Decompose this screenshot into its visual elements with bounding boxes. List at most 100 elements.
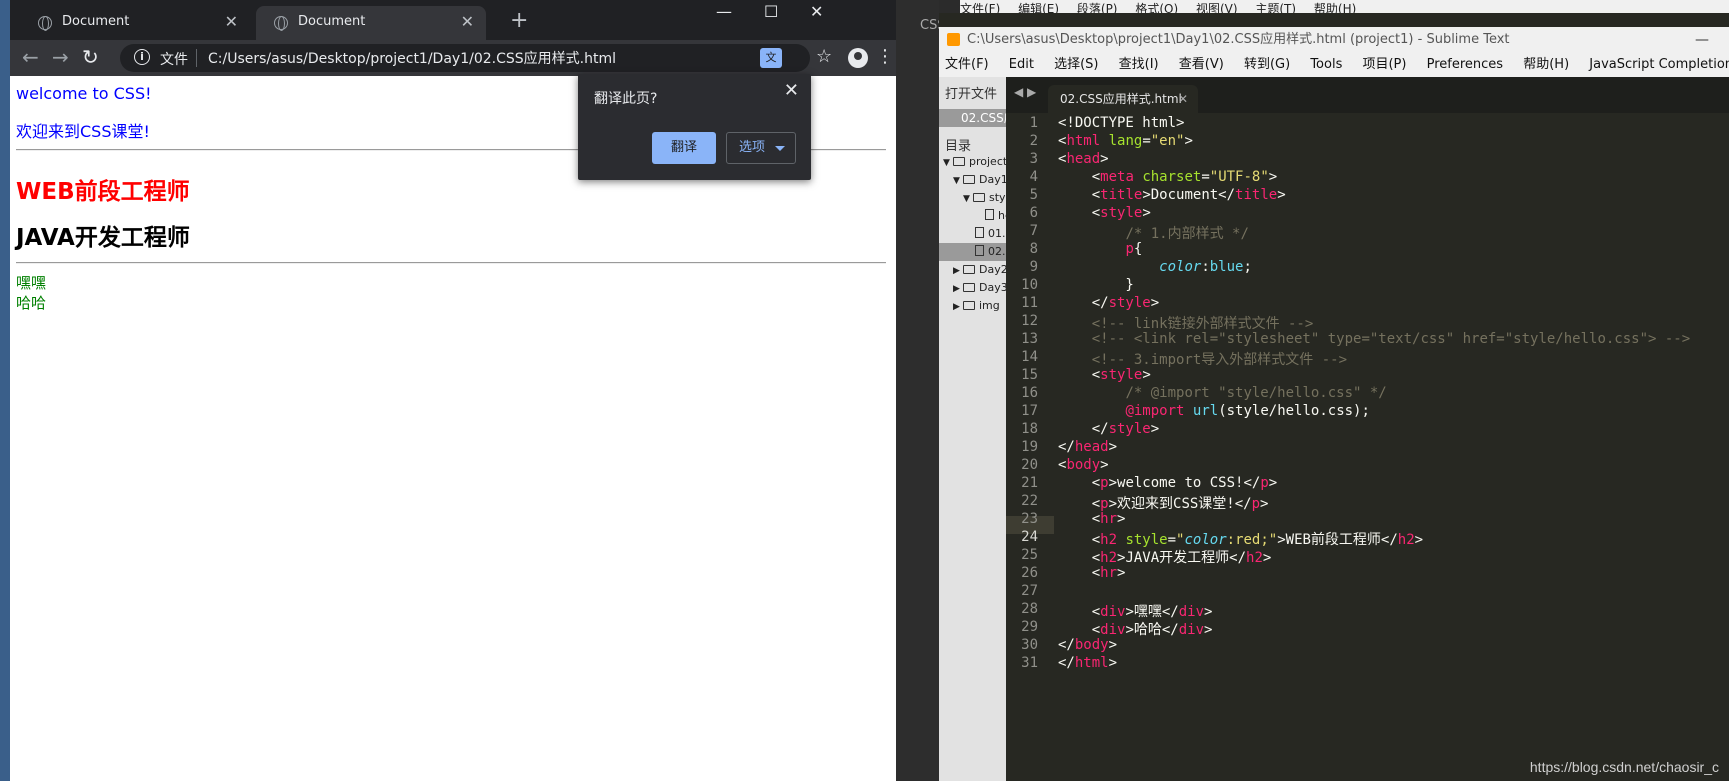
close-icon[interactable]: ✕ <box>784 80 799 101</box>
code-line: <title>Document</title> <box>1058 187 1286 203</box>
browser-tab-active[interactable]: Document ✕ <box>256 6 486 40</box>
tree-folder[interactable]: ▶ img <box>939 297 1006 315</box>
expanded-arrow-icon: ▼ <box>943 158 950 168</box>
bg-menu-item[interactable]: 帮助(H) <box>1314 2 1356 13</box>
code-line: <head> <box>1058 151 1109 167</box>
chrome-toolbar: ← → ↻ i 文件 C:/Users/asus/Desktop/project… <box>10 40 896 76</box>
open-file-item[interactable]: 02.CSS应用样式.html <box>939 109 1006 127</box>
sublime-tab-bar: ◀ ▶ 02.CSS应用样式.html ✕ <box>1006 77 1729 113</box>
open-files-label: 打开文件 <box>945 87 998 102</box>
translate-icon[interactable]: 文 <box>760 48 782 68</box>
bg-menu-item[interactable]: 编辑(E) <box>1018 2 1059 13</box>
line-number: 10 <box>1021 277 1038 293</box>
profile-avatar-icon[interactable] <box>848 48 868 68</box>
line-number: 16 <box>1021 385 1038 401</box>
line-number: 3 <box>1029 151 1038 167</box>
maximize-icon[interactable]: ☐ <box>764 2 778 21</box>
menu-item[interactable]: 转到(G) <box>1244 57 1290 72</box>
bookmark-star-icon[interactable]: ☆ <box>816 46 832 67</box>
line-number: 6 <box>1029 205 1038 221</box>
scheme-label: 文件 <box>160 52 188 68</box>
expanded-arrow-icon: ▼ <box>953 176 960 186</box>
menu-item[interactable]: 帮助(H) <box>1523 57 1569 72</box>
code-editor[interactable]: 1 2 3 4 5 6 7 8 9 10 11 12 13 14 15 16 17 18 19 20 21 22 23 24 2… <box>1006 113 1729 781</box>
code-line: } <box>1058 277 1134 293</box>
close-tab-icon[interactable]: ✕ <box>1178 85 1188 113</box>
line-number: 4 <box>1029 169 1038 185</box>
code-line: <div>哈哈</div> <box>1058 622 1213 638</box>
tree-file[interactable]: hello.css <box>939 207 1006 225</box>
code-line: <!-- 3.import导入外部样式文件 --> <box>1091 352 1348 368</box>
menu-item[interactable]: 查看(V) <box>1179 57 1224 72</box>
back-arrow-icon[interactable]: ← <box>22 45 39 69</box>
close-tab-icon[interactable]: ✕ <box>461 12 474 31</box>
heading-java-engineer: JAVA开发工程师 <box>16 225 190 251</box>
url-text[interactable]: C:/Users/asus/Desktop/project1/Day1/02.C… <box>208 48 616 68</box>
folder-icon <box>953 157 965 166</box>
paragraph-chinese: 欢迎来到CSS课堂! <box>16 122 150 141</box>
line-number: 1 <box>1029 115 1038 131</box>
menu-item[interactable]: Preferences <box>1427 57 1503 72</box>
menu-item[interactable]: Edit <box>1009 57 1034 72</box>
tree-folder[interactable]: ▶ Day2 <box>939 261 1006 279</box>
minimize-icon[interactable]: — <box>1695 27 1709 53</box>
line-number: 27 <box>1021 583 1038 599</box>
menu-item[interactable]: Tools <box>1310 57 1342 72</box>
bg-menu-item[interactable]: 视图(V) <box>1196 2 1238 13</box>
code-line: <!-- link链接外部样式文件 --> <box>1091 316 1314 332</box>
code-line: </html> <box>1058 655 1118 671</box>
code-line: <!-- <link rel="stylesheet" type="text/c… <box>1091 331 1691 347</box>
sublime-title-bar: C:\Users\asus\Desktop\project1\Day1\02.C… <box>939 27 1729 53</box>
translate-button[interactable]: 翻译 <box>652 132 716 164</box>
browser-tab[interactable]: Document ✕ <box>20 6 250 40</box>
code-line: </style> <box>1058 421 1160 437</box>
forward-arrow-icon[interactable]: → <box>52 45 69 69</box>
line-number: 22 <box>1021 493 1038 509</box>
reload-icon[interactable]: ↻ <box>82 45 99 69</box>
bg-menu-item[interactable]: 文件(F) <box>960 2 1000 13</box>
code-line: <div>嘿嘿</div> <box>1058 604 1213 620</box>
chrome-menu-icon[interactable]: ⋮ <box>876 46 894 67</box>
menu-item[interactable]: 选择(S) <box>1054 57 1098 72</box>
tree-folder[interactable]: ▼ Day1 <box>939 171 1006 189</box>
new-tab-icon[interactable]: + <box>510 8 528 33</box>
background-app-strip: CSS <box>896 0 946 781</box>
tree-folder[interactable]: ▶ Day3 <box>939 279 1006 297</box>
line-number: 18 <box>1021 421 1038 437</box>
tree-label: 02.CSS应用样式.html <box>988 245 1006 258</box>
options-dropdown-button[interactable]: 选项 <box>726 132 796 164</box>
tree-file-selected[interactable]: 02.CSS应用样式.html <box>939 243 1006 261</box>
file-tab[interactable]: 02.CSS应用样式.html ✕ <box>1048 85 1198 113</box>
menu-item[interactable]: JavaScript Completions Tools <box>1589 57 1729 72</box>
code-line: /* 1.内部样式 */ <box>1125 226 1249 242</box>
close-tab-icon[interactable]: ✕ <box>225 12 238 31</box>
line-number: 2 <box>1029 133 1038 149</box>
tab-nav-arrows-icon[interactable]: ◀ ▶ <box>1014 85 1036 99</box>
expanded-arrow-icon: ▼ <box>963 194 970 204</box>
menu-item[interactable]: 项目(P) <box>1362 57 1406 72</box>
bg-menu-item[interactable]: 段落(P) <box>1077 2 1118 13</box>
info-icon[interactable]: i <box>134 49 150 65</box>
address-bar[interactable]: i 文件 C:/Users/asus/Desktop/project1/Day1… <box>120 44 810 72</box>
menu-item[interactable]: 文件(F) <box>945 57 989 72</box>
line-number: 9 <box>1029 259 1038 275</box>
tab-title: Document <box>62 14 130 29</box>
minimize-icon[interactable]: — <box>716 2 732 21</box>
bg-menu-item[interactable]: 格式(O) <box>1135 2 1178 13</box>
tree-folder[interactable]: ▼ style <box>939 189 1006 207</box>
code-line: <html lang="en"> <box>1058 133 1193 149</box>
tree-folder[interactable]: ▼ project1 <box>939 153 1006 171</box>
collapsed-arrow-icon: ▶ <box>953 266 960 276</box>
code-line: <p>欢迎来到CSS课堂!</p> <box>1058 496 1269 512</box>
line-number: 31 <box>1021 655 1038 671</box>
menu-item[interactable]: 查找(I) <box>1119 57 1159 72</box>
close-window-icon[interactable]: ✕ <box>810 2 823 21</box>
bg-menu-item[interactable]: 主题(T) <box>1255 2 1296 13</box>
folders-label: 目录 <box>945 139 972 154</box>
paragraph-welcome: welcome to CSS! <box>16 84 152 103</box>
tree-file[interactable]: 01.html <box>939 225 1006 243</box>
code-line: </style> <box>1058 295 1160 311</box>
code-line: <style> <box>1058 205 1151 221</box>
code-line: p{ <box>1125 241 1143 257</box>
